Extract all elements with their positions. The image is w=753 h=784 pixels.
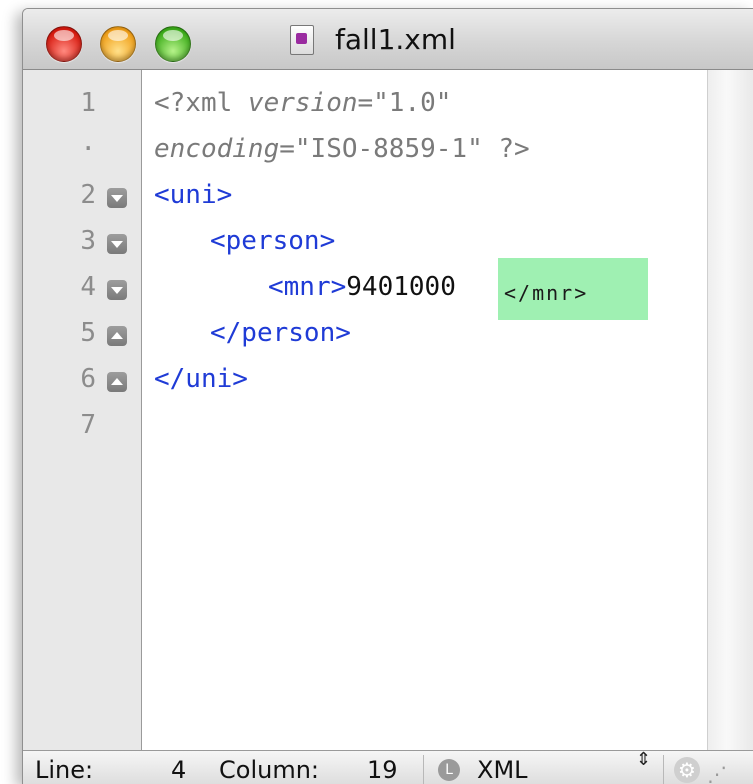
attribute-value: ="ISO-8859-1" ?>	[279, 134, 530, 164]
window-title: fall1.xml	[335, 23, 456, 56]
column-value: 19	[367, 756, 398, 784]
line-label: Line:	[35, 756, 94, 784]
code-line-1[interactable]: <?xml version="1.0"	[154, 80, 451, 126]
line-number: 4	[80, 272, 96, 302]
fold-close-icon[interactable]	[107, 372, 127, 392]
fold-open-icon[interactable]	[107, 234, 127, 254]
line-number: 1	[80, 88, 96, 118]
editor-window: fall1.xml 1 · 2 3 4 5 6 7 <?xml version=…	[22, 8, 753, 784]
line-value: 4	[171, 756, 187, 784]
status-divider	[423, 755, 424, 784]
fold-close-icon[interactable]	[107, 326, 127, 346]
vertical-scrollbar[interactable]	[707, 70, 753, 750]
auto-close-tag-suggestion[interactable]: </mnr>	[504, 270, 588, 316]
line-number-gutter: 1 · 2 3 4 5 6 7	[23, 70, 142, 750]
resize-handle-icon[interactable]: ⋰	[707, 757, 731, 784]
zoom-button[interactable]	[155, 26, 191, 62]
code-editor[interactable]: <?xml version="1.0" encoding="ISO-8859-1…	[142, 70, 707, 750]
fold-open-icon[interactable]	[107, 280, 127, 300]
status-bar: Line: 4 Column: 19 L XML ⇕ ⚙ ⋰	[23, 750, 753, 784]
status-divider	[663, 755, 664, 784]
attribute-name: version	[247, 88, 358, 118]
updown-icon[interactable]: ⇕	[636, 751, 651, 769]
line-number: 5	[80, 318, 96, 348]
line-number-wrap: ·	[80, 134, 96, 164]
code-line-1-wrap[interactable]: encoding="ISO-8859-1" ?>	[154, 126, 530, 172]
code-line-3[interactable]: <person>	[210, 218, 335, 264]
code-line-5[interactable]: </person>	[210, 310, 351, 356]
title-bar[interactable]: fall1.xml	[23, 9, 753, 70]
gear-icon[interactable]: ⚙	[674, 757, 700, 783]
line-number: 6	[80, 364, 96, 394]
attribute-name: encoding	[154, 134, 280, 164]
line-number: 7	[80, 410, 96, 440]
attribute-value: ="1.0"	[357, 88, 452, 118]
xml-declaration-start: <?xml	[154, 88, 248, 118]
element-value: 9401000	[346, 272, 456, 302]
line-number: 2	[80, 180, 96, 210]
tag-open: <mnr>	[268, 272, 347, 302]
fold-open-icon[interactable]	[107, 188, 127, 208]
code-line-2[interactable]: <uni>	[154, 172, 232, 218]
close-button[interactable]	[46, 26, 82, 62]
code-line-6[interactable]: </uni>	[154, 356, 248, 402]
code-line-4[interactable]: <mnr>9401000	[268, 264, 456, 310]
column-label: Column:	[219, 756, 319, 784]
minimize-button[interactable]	[100, 26, 136, 62]
document-icon[interactable]	[290, 25, 314, 55]
language-icon: L	[438, 759, 460, 781]
language-selector[interactable]: XML	[477, 753, 528, 784]
line-number: 3	[80, 226, 96, 256]
